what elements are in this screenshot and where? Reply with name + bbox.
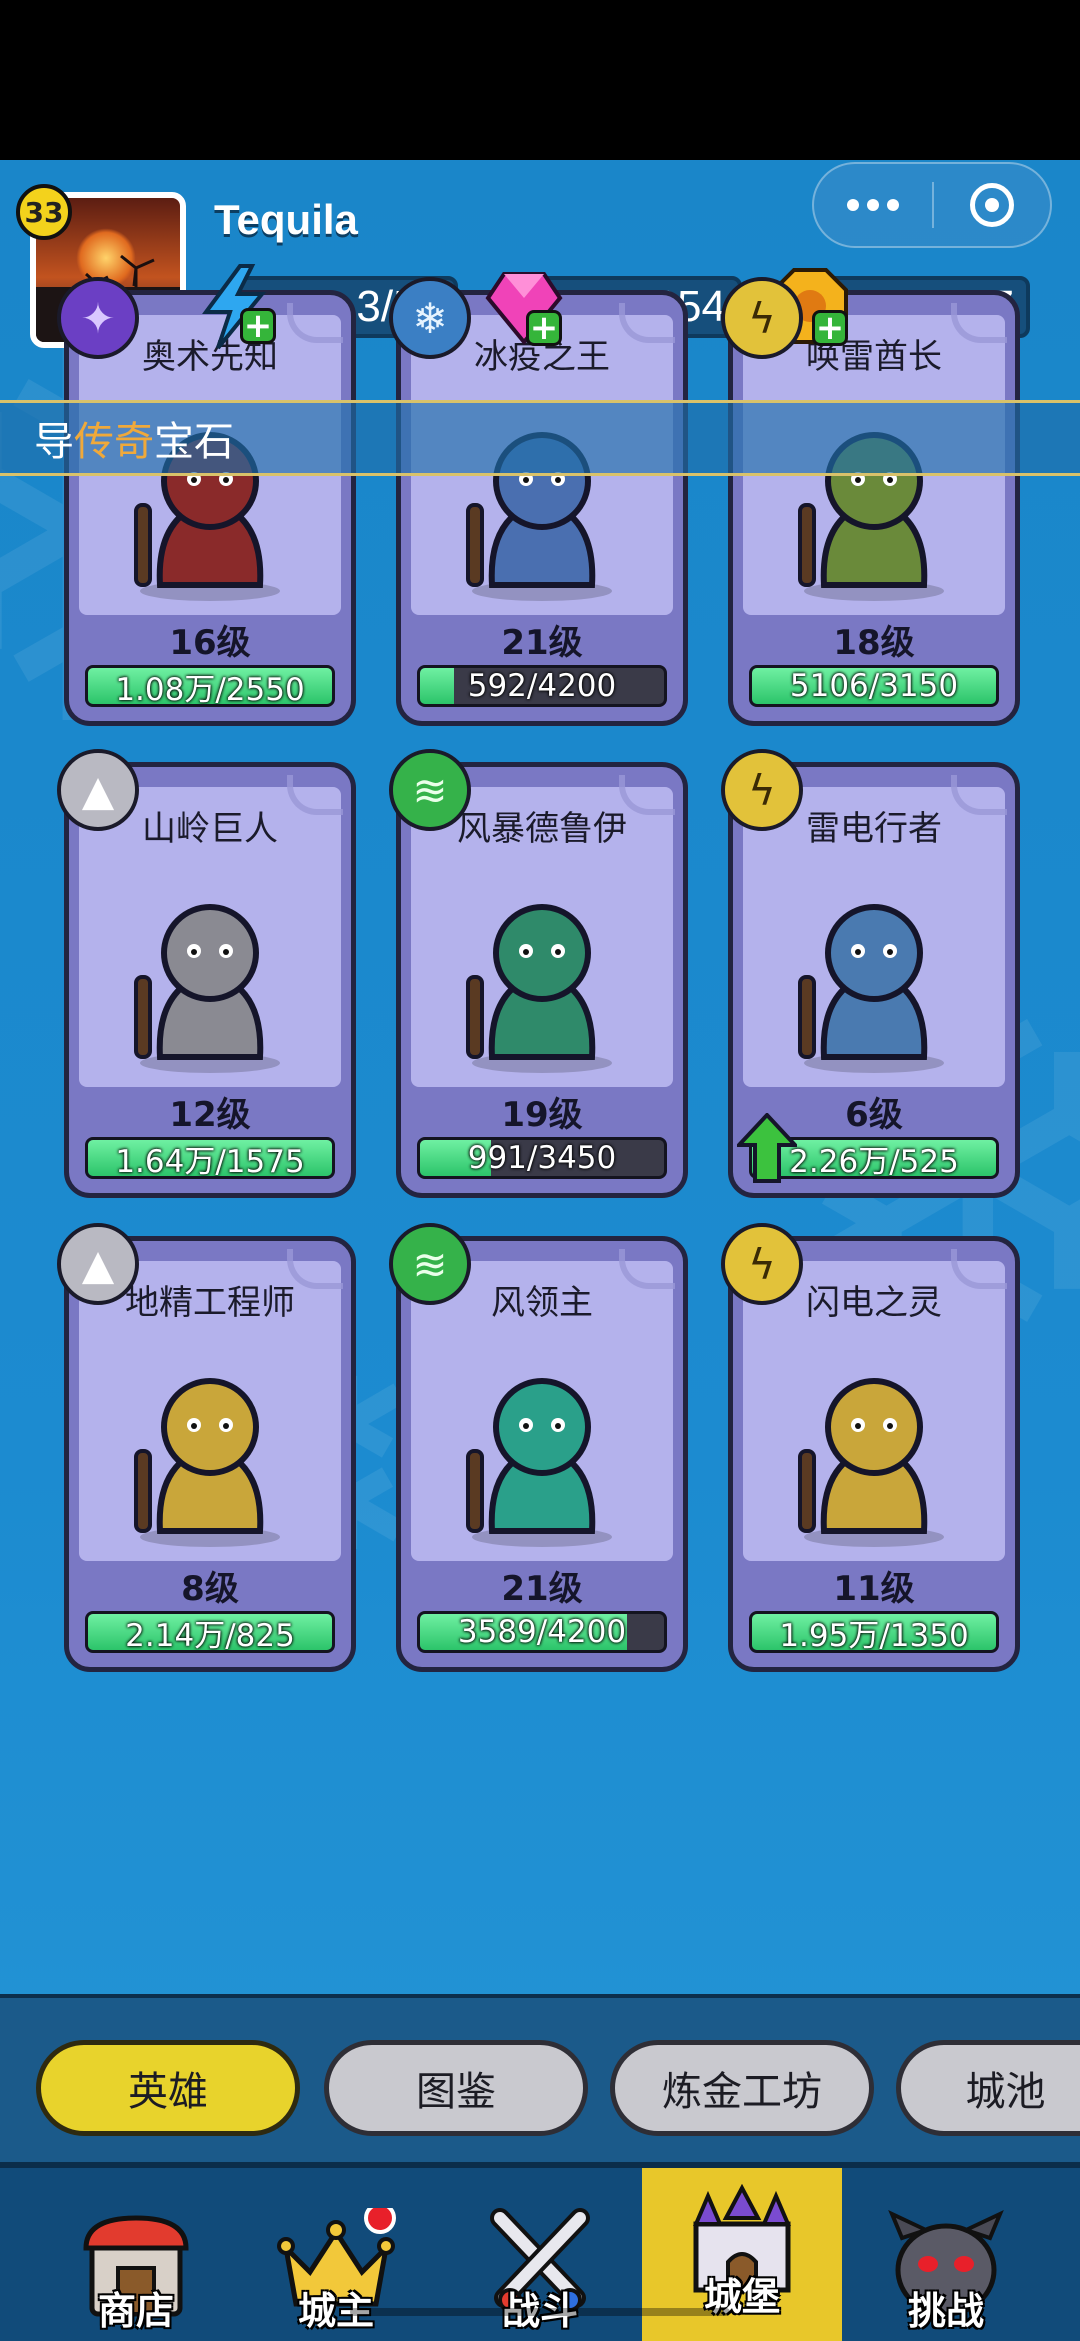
thunder-element-icon: ϟ <box>721 277 803 359</box>
nav-shop[interactable]: 商店 <box>36 2168 236 2341</box>
add-energy-button[interactable]: + <box>240 308 276 344</box>
hero-level: 21级 <box>501 623 583 663</box>
close-mini-program-button[interactable] <box>934 164 1050 246</box>
hero-shard-progress: 2.14万/825 <box>85 1611 335 1653</box>
hero-shard-progress: 1.64万/1575 <box>85 1137 335 1179</box>
hero-card[interactable]: ▲ 山岭巨人 12级 1.64万/1575 <box>57 749 356 1198</box>
hero-progress-text: 2.14万/825 <box>125 1617 295 1653</box>
hero-portrait <box>798 904 944 1073</box>
wind-element-icon: ≋ <box>389 749 471 831</box>
wind-element-icon: ≋ <box>389 1223 471 1305</box>
player-level-badge: 33 <box>16 184 72 240</box>
arcane-element-icon: ✦ <box>57 277 139 359</box>
thunder-element-icon: ϟ <box>721 1223 803 1305</box>
mini-program-capsule <box>812 162 1052 248</box>
ice-element-icon: ❄ <box>389 277 471 359</box>
earth-element-icon: ▲ <box>57 749 139 831</box>
more-menu-button[interactable] <box>814 164 932 246</box>
hero-level: 16级 <box>169 623 251 663</box>
hero-progress-text: 1.95万/1350 <box>779 1617 969 1653</box>
tab-city[interactable]: 城池 <box>896 2040 1080 2136</box>
hero-subtabs: 英雄 图鉴 炼金工坊 城池 <box>0 1994 1080 2162</box>
add-gold-button[interactable]: + <box>812 310 848 346</box>
hero-shard-progress: 1.08万/2550 <box>85 665 335 707</box>
home-indicator <box>350 2308 730 2316</box>
hero-portrait <box>466 1378 612 1547</box>
hero-progress-text: 3589/4200 <box>457 1614 627 1650</box>
thunder-element-icon: ϟ <box>721 749 803 831</box>
player-name: Tequila <box>214 196 358 243</box>
hero-progress-text: 1.08万/2550 <box>115 671 305 707</box>
hero-card[interactable]: ≋ 风暴德鲁伊 19级 991/3450 <box>389 749 688 1198</box>
hero-portrait <box>134 904 280 1073</box>
hero-card[interactable]: ▲ 地精工程师 8级 2.14万/825 <box>57 1223 356 1672</box>
legend-gem-banner: 导传奇 宝石 <box>0 400 1080 476</box>
hero-card[interactable]: ϟ 唤雷酋长 18级 5106/3150 <box>721 277 1020 726</box>
hero-level: 21级 <box>501 1569 583 1609</box>
nav-challenge[interactable]: 挑战 <box>846 2168 1046 2341</box>
hero-shard-progress: 592/4200 <box>417 665 667 707</box>
upgrade-arrow-icon <box>737 1113 797 1183</box>
hero-shard-progress: 3589/4200 <box>417 1611 667 1653</box>
hero-portrait <box>798 1378 944 1547</box>
hero-card[interactable]: ϟ 闪电之灵 11级 1.95万/1350 <box>721 1223 1020 1672</box>
hero-level: 12级 <box>169 1095 251 1135</box>
hero-card[interactable]: ❄ 冰疫之王 21级 592/4200 <box>389 277 688 726</box>
hero-card[interactable]: ≋ 风领主 21级 3589/4200 <box>389 1223 688 1672</box>
hero-progress-text: 1.64万/1575 <box>115 1143 305 1179</box>
hero-level: 19级 <box>501 1095 583 1135</box>
hero-progress-text: 592/4200 <box>467 668 617 704</box>
hero-level: 18级 <box>833 623 915 663</box>
add-gems-button[interactable]: + <box>526 310 562 346</box>
hero-card[interactable]: ϟ 雷电行者 6级 2.26万/525 <box>721 749 1020 1198</box>
hero-level: 8级 <box>181 1569 239 1609</box>
hero-portrait <box>466 904 612 1073</box>
tab-alchemy-workshop[interactable]: 炼金工坊 <box>610 2040 874 2136</box>
hero-shard-progress: 1.95万/1350 <box>749 1611 999 1653</box>
game-screen: ❄ ❄ ❄ 33 Tequila 3/50 + 654 + 5267 <box>0 160 1080 2341</box>
earth-element-icon: ▲ <box>57 1223 139 1305</box>
hero-shard-progress: 991/3450 <box>417 1137 667 1179</box>
tab-codex[interactable]: 图鉴 <box>324 2040 588 2136</box>
hero-level: 11级 <box>833 1569 915 1609</box>
hero-progress-text: 991/3450 <box>467 1140 617 1176</box>
hero-progress-text: 5106/3150 <box>789 668 959 704</box>
tab-heroes[interactable]: 英雄 <box>36 2040 300 2136</box>
hero-portrait <box>134 1378 280 1547</box>
hero-shard-progress: 5106/3150 <box>749 665 999 707</box>
hero-card[interactable]: ✦ 奥术先知 16级 1.08万/2550 <box>57 277 356 726</box>
